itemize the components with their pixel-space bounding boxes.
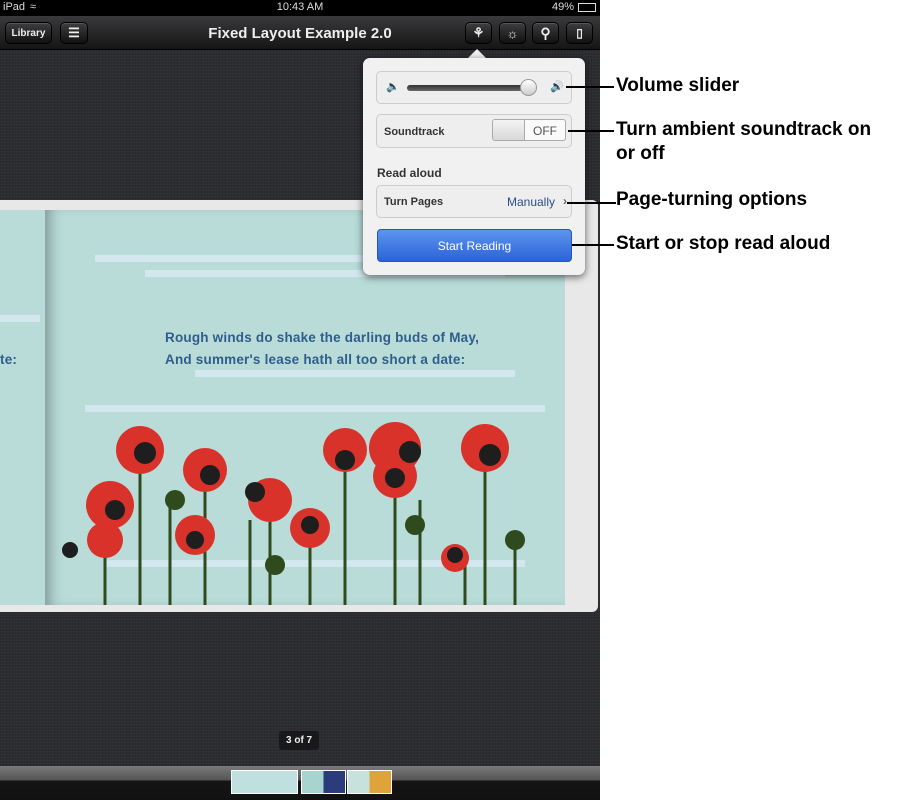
- callout-line: [568, 130, 614, 132]
- volume-group: 🔈 🔊: [376, 71, 572, 104]
- brightness-button[interactable]: ☼: [499, 22, 526, 44]
- search-icon: ⚲: [540, 24, 551, 41]
- poem-line-2: And summer's lease hath all too short a …: [165, 352, 466, 367]
- thumbnail-page[interactable]: [347, 770, 392, 794]
- chevron-right-icon: ›: [563, 194, 567, 208]
- volume-slider[interactable]: [407, 79, 537, 96]
- speaker-icon: ⚘: [472, 25, 485, 40]
- audio-popover: 🔈 🔊 Soundtrack OFF Read aloud Turn Pages…: [363, 58, 585, 275]
- thumbnail-page[interactable]: [301, 770, 346, 794]
- read-aloud-heading: Read aloud: [377, 166, 442, 180]
- brightness-icon: ☼: [506, 25, 519, 41]
- callout-page-turning: Page-turning options: [616, 189, 808, 210]
- page-indicator: 3 of 7: [279, 731, 320, 750]
- status-bar: iPad ≈ 10:43 AM 49%: [0, 0, 600, 16]
- audio-button[interactable]: ⚘: [465, 22, 492, 44]
- search-button[interactable]: ⚲: [532, 22, 559, 44]
- ipad-screen: iPad ≈ 10:43 AM 49% Library ☰ Fixed Layo…: [0, 0, 600, 800]
- left-page-text: te:: [0, 352, 18, 367]
- battery-percent: 49%: [551, 1, 574, 13]
- volume-high-icon: 🔊: [550, 81, 564, 93]
- volume-slider-thumb[interactable]: [519, 79, 537, 96]
- bookmark-button[interactable]: ▯: [566, 22, 593, 44]
- volume-low-icon: 🔈: [386, 81, 400, 93]
- bookmark-icon: ▯: [576, 26, 583, 40]
- clock: 10:43 AM: [276, 1, 324, 13]
- callout-line: [567, 202, 616, 204]
- turn-pages-label: Turn Pages: [384, 196, 444, 208]
- callout-line: [572, 244, 614, 246]
- turn-pages-row[interactable]: Turn Pages Manually ›: [376, 185, 572, 218]
- soundtrack-label: Soundtrack: [384, 126, 445, 138]
- soundtrack-group: Soundtrack OFF: [376, 114, 572, 148]
- callout-read-aloud: Start or stop read aloud: [616, 233, 831, 254]
- page-scrubber[interactable]: [0, 766, 600, 800]
- poppies-illustration: [62, 422, 525, 605]
- callout-soundtrack: Turn ambient soundtrack on or off: [616, 119, 872, 164]
- thumbnail-current[interactable]: [231, 770, 298, 794]
- left-page[interactable]: te:: [0, 210, 45, 605]
- toggle-state: OFF: [533, 124, 557, 138]
- poem-line-1: Rough winds do shake the darling buds of…: [165, 330, 480, 345]
- toolbar: Library ☰ Fixed Layout Example 2.0 ⚘ ☼ ⚲…: [0, 16, 600, 50]
- callout-volume: Volume slider: [616, 75, 740, 96]
- soundtrack-toggle[interactable]: OFF: [492, 119, 566, 141]
- start-reading-button[interactable]: Start Reading: [377, 229, 572, 262]
- turn-pages-value: Manually: [506, 195, 555, 209]
- battery-icon: [578, 3, 596, 12]
- callout-line: [566, 86, 614, 88]
